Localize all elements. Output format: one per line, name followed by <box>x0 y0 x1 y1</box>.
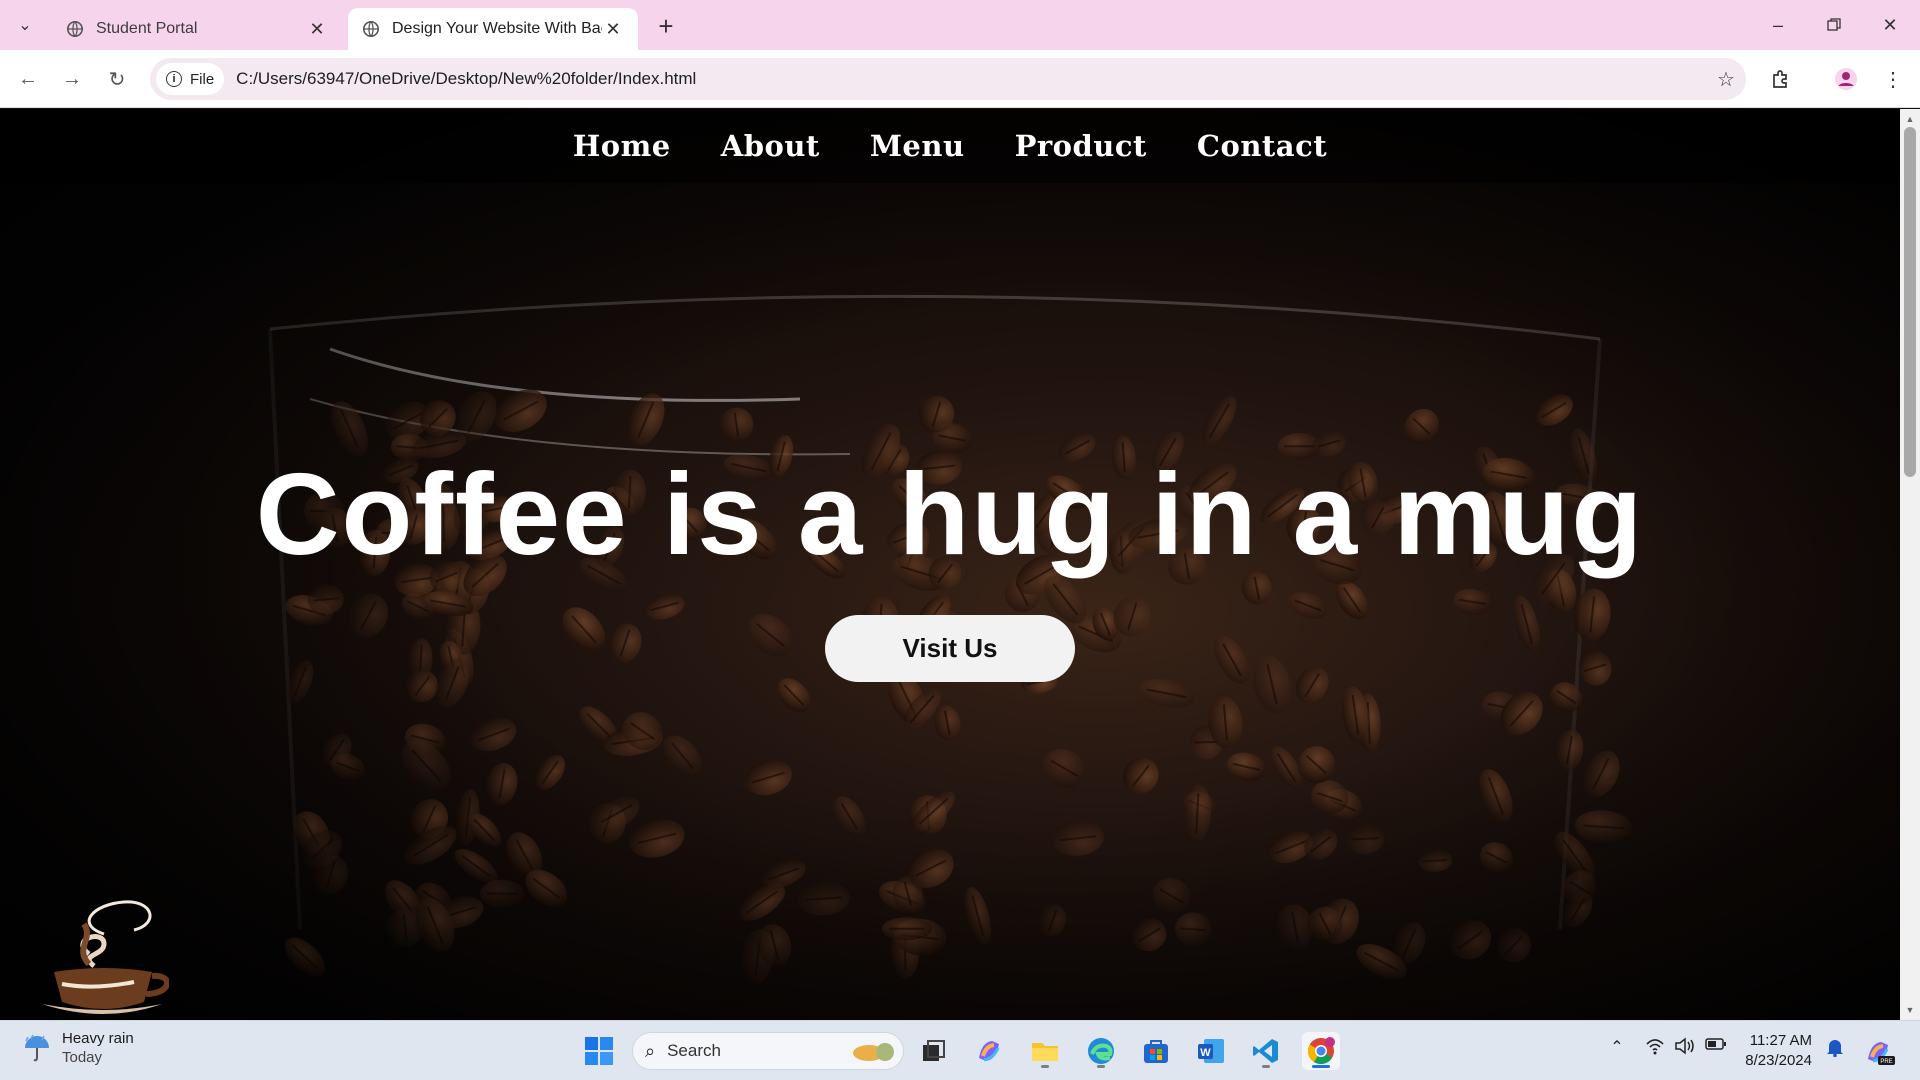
vscode-button[interactable] <box>1247 1032 1285 1070</box>
search-highlight-icon <box>853 1043 894 1061</box>
nav-menu[interactable]: Menu <box>870 129 965 163</box>
scheme-label: File <box>190 70 215 88</box>
search-placeholder: Search <box>667 1041 721 1060</box>
minimize-icon: – <box>1772 14 1783 35</box>
taskbar-clock[interactable]: 11:27 AM 8/23/2024 <box>1730 1031 1812 1071</box>
menu-button[interactable]: ⋮ <box>1877 63 1909 95</box>
browser-toolbar: ← → ↻ i File C:/Users/63947/OneDrive/Des… <box>0 50 1920 108</box>
weather-condition: Heavy rain <box>62 1030 134 1047</box>
more-vertical-icon: ⋮ <box>1883 68 1903 91</box>
close-tab-icon[interactable]: ✕ <box>306 19 328 40</box>
tab-search-button[interactable]: ⌄ <box>8 8 42 42</box>
task-view-icon <box>923 1040 945 1061</box>
store-icon <box>1144 1040 1168 1063</box>
chevron-down-icon: ⌄ <box>18 17 32 34</box>
minimize-button[interactable]: – <box>1750 0 1806 50</box>
scrollbar-thumb[interactable] <box>1904 127 1916 477</box>
site-info-chip[interactable]: i File <box>156 63 225 95</box>
profile-button[interactable] <box>1830 63 1862 95</box>
restore-icon <box>1827 18 1841 31</box>
nav-about[interactable]: About <box>721 129 820 163</box>
forward-button[interactable]: → <box>56 63 88 95</box>
avatar-icon <box>1835 68 1857 90</box>
tab-title: Student Portal <box>96 20 198 37</box>
file-explorer-button[interactable] <box>1026 1032 1064 1070</box>
wifi-icon[interactable] <box>1642 1037 1668 1055</box>
windows-taskbar: Heavy rain Today ⌕ Search W ⌃ 11:27 AM 8… <box>0 1020 1920 1080</box>
copilot-icon <box>979 1041 1000 1062</box>
weather-widget[interactable]: Heavy rain Today <box>22 1029 134 1067</box>
tab-strip: ⌄ Student Portal ✕ Design Your Website W… <box>0 0 1920 50</box>
show-hidden-icons-button[interactable]: ⌃ <box>1604 1037 1630 1057</box>
coffee-cup-logo <box>42 900 169 1014</box>
start-button[interactable] <box>580 1032 618 1070</box>
store-button[interactable] <box>1137 1032 1175 1070</box>
info-icon: i <box>166 71 182 87</box>
vscode-icon <box>1253 1039 1278 1063</box>
address-bar[interactable]: i File C:/Users/63947/OneDrive/Desktop/N… <box>150 58 1746 100</box>
reload-button[interactable]: ↻ <box>101 63 133 95</box>
arrow-left-icon: ← <box>18 67 38 90</box>
search-icon: ⌕ <box>645 1040 656 1061</box>
nav-home[interactable]: Home <box>573 129 671 163</box>
running-indicator <box>1041 1065 1049 1068</box>
page-scrollbar[interactable]: ▲ ▼ <box>1900 109 1920 1020</box>
arrow-right-icon: → <box>62 67 82 90</box>
new-tab-button[interactable]: + <box>650 10 682 42</box>
folder-icon <box>1032 1043 1058 1061</box>
edge-icon <box>1088 1038 1114 1064</box>
running-indicator <box>1262 1065 1270 1068</box>
clock-time: 11:27 AM <box>1749 1032 1812 1049</box>
windows-logo-icon <box>585 1037 613 1065</box>
active-indicator <box>1312 1065 1330 1068</box>
tab-design-your-website[interactable]: Design Your Website With Back ✕ <box>348 8 638 50</box>
chrome-icon <box>1307 1037 1335 1065</box>
plus-icon: + <box>658 10 674 41</box>
chevron-up-icon: ⌃ <box>1610 1039 1624 1056</box>
globe-icon <box>66 20 84 38</box>
url-text[interactable]: C:/Users/63947/OneDrive/Desktop/New%20fo… <box>236 69 1706 89</box>
reload-icon: ↻ <box>108 68 126 91</box>
copilot-preview-icon[interactable]: PRE <box>1862 1037 1898 1067</box>
word-icon: W <box>1198 1039 1224 1063</box>
chrome-button[interactable] <box>1302 1032 1340 1070</box>
scroll-up-arrow-icon[interactable]: ▲ <box>1900 111 1920 127</box>
rain-umbrella-icon <box>25 1034 49 1062</box>
running-indicator <box>1097 1065 1105 1068</box>
close-icon: ✕ <box>1882 14 1898 35</box>
puzzle-icon <box>1773 70 1787 88</box>
copilot-button[interactable] <box>970 1032 1008 1070</box>
scroll-down-arrow-icon[interactable]: ▼ <box>1900 1002 1920 1018</box>
nav-product[interactable]: Product <box>1015 129 1147 163</box>
site-nav: Home About Menu Product Contact <box>0 109 1900 183</box>
taskbar-search[interactable]: ⌕ Search <box>632 1032 904 1070</box>
weather-day: Today <box>62 1049 103 1066</box>
close-tab-icon[interactable]: ✕ <box>602 19 624 40</box>
volume-icon[interactable] <box>1672 1037 1698 1055</box>
close-window-button[interactable]: ✕ <box>1862 0 1918 50</box>
hero-title: Coffee is a hug in a mug <box>255 449 1645 579</box>
edge-button[interactable] <box>1082 1032 1120 1070</box>
extensions-button[interactable] <box>1765 63 1797 95</box>
word-button[interactable]: W <box>1192 1032 1230 1070</box>
bookmark-star-icon[interactable]: ☆ <box>1706 67 1746 92</box>
battery-icon[interactable] <box>1703 1037 1729 1051</box>
svg-text:PRE: PRE <box>1880 1059 1892 1065</box>
page-viewport: Home About Menu Product Contact Coffee i… <box>0 109 1900 1020</box>
visit-us-button[interactable]: Visit Us <box>825 615 1075 682</box>
back-button[interactable]: ← <box>12 63 44 95</box>
notifications-bell-icon[interactable] <box>1822 1037 1848 1057</box>
svg-text:W: W <box>1200 1047 1211 1059</box>
globe-icon <box>362 20 380 38</box>
tab-title: Design Your Website With Back <box>392 20 602 37</box>
clock-date: 8/23/2024 <box>1745 1052 1812 1069</box>
tab-student-portal[interactable]: Student Portal ✕ <box>52 8 342 50</box>
restore-button[interactable] <box>1806 0 1862 50</box>
nav-contact[interactable]: Contact <box>1197 129 1327 163</box>
task-view-button[interactable] <box>914 1032 952 1070</box>
